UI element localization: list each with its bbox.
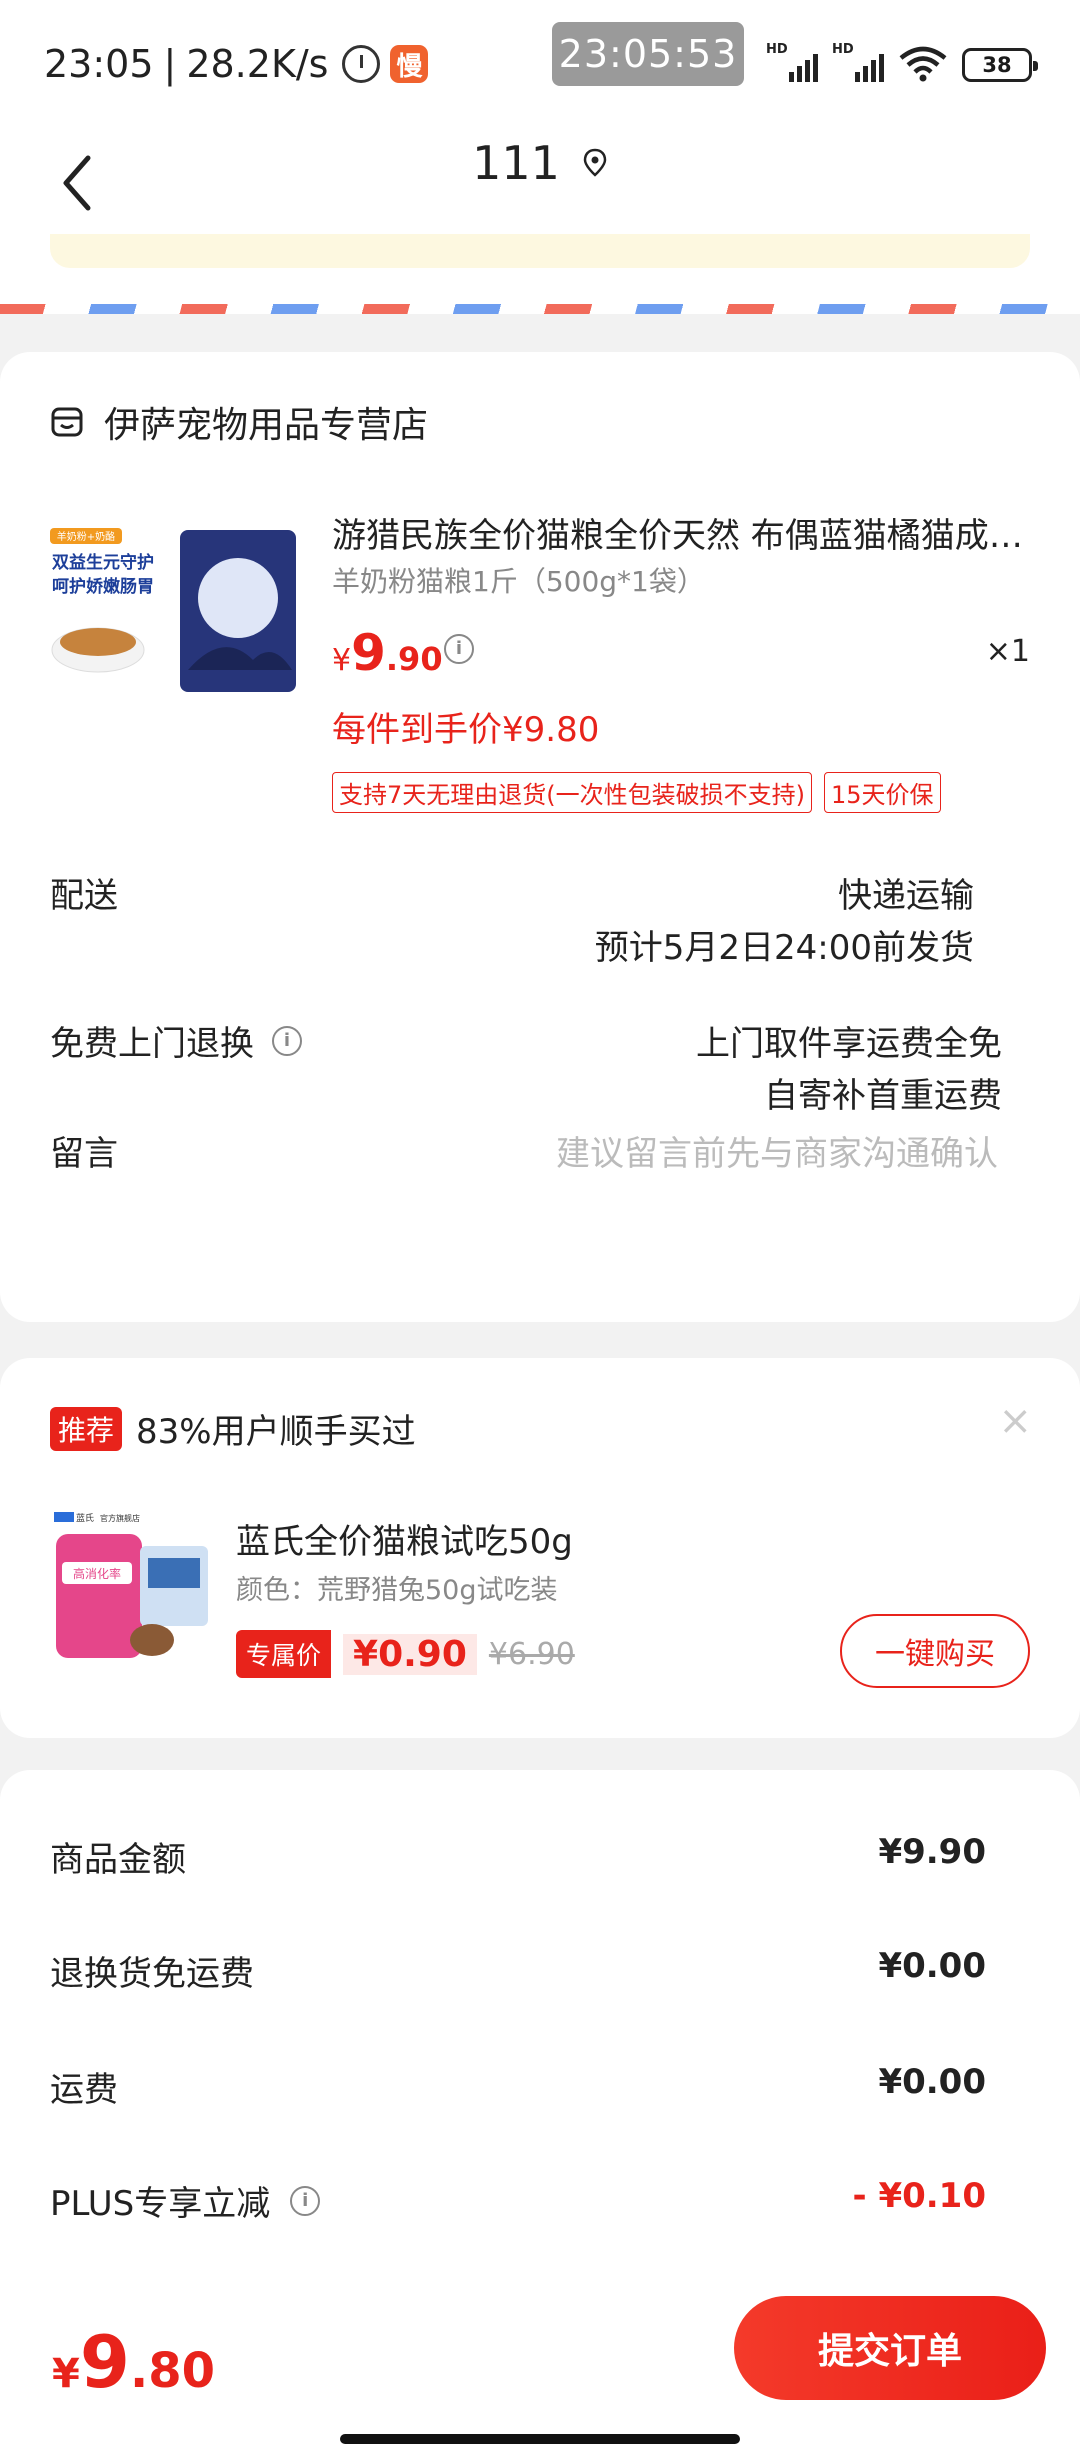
total-decimal: .80 (129, 2343, 215, 2399)
product-spec[interactable]: 羊奶粉猫粮1斤（500g*1袋） (332, 560, 705, 600)
total-currency: ¥ (52, 2351, 80, 2397)
store-header[interactable]: 伊萨宠物用品专营店 (50, 396, 428, 448)
shipping-eta: 预计5月2日24:00前发货 (594, 928, 974, 968)
address-title[interactable]: 111 (0, 136, 1080, 190)
freight-label: 运费 (50, 2070, 118, 2110)
checkout-bar: ¥ 9 .80 提交订单 (0, 2270, 1080, 2460)
original-price: ¥6.90 (488, 1636, 575, 1672)
one-click-buy-button[interactable]: 一键购买 (840, 1614, 1030, 1688)
address-section[interactable] (0, 230, 1080, 310)
exclusive-price-badge: 专属价 (236, 1630, 332, 1678)
total-price: ¥ 9 .80 (52, 2320, 215, 2404)
submit-order-button[interactable]: 提交订单 (734, 2296, 1046, 2400)
shipping-label: 配送 (50, 876, 118, 916)
airmail-border (0, 304, 1080, 314)
plus-discount-row: PLUS专享立减 i (50, 2176, 321, 2225)
rec-image-store: 官方旗舰店 (100, 1513, 140, 1523)
order-confirm-page: 23:05 | 28.2K/s 慢 23:05:53 HD HD 38 111 … (0, 0, 1080, 2460)
status-time: 23:05 (44, 42, 154, 86)
product-image[interactable]: 羊奶粉+奶酪 双益生元守护 呵护娇嫩肠胃 (48, 520, 296, 700)
recommend-product-spec: 颜色：荒野猎兔50g试吃装 (236, 1575, 558, 1606)
address-notice-strip (50, 234, 1030, 268)
free-return-label: 免费上门退换 (50, 1024, 254, 1064)
product-title[interactable]: 游猎民族全价猫粮全价天然 布偶蓝猫橘猫成猫幼猫 (332, 508, 1032, 557)
return-pickup-text: 上门取件享运费全免 (696, 1024, 1002, 1064)
wifi-icon (899, 46, 947, 82)
message-input[interactable]: 建议留言前先与商家沟通确认 (556, 1126, 998, 1175)
price-integer: 9 (351, 624, 386, 682)
goods-amount-value: ¥9.90 (878, 1832, 986, 1872)
hd-label: HD (832, 42, 854, 57)
free-return-row[interactable]: 免费上门退换 i (50, 1016, 302, 1065)
recommend-price: 专属价 ¥0.90 ¥6.90 (236, 1630, 575, 1678)
final-unit-price: 每件到手价¥9.80 (332, 710, 600, 750)
total-integer: 9 (79, 2320, 130, 2404)
recommend-product-title[interactable]: 蓝氏全价猫粮试吃50g (236, 1514, 573, 1563)
product-quantity[interactable]: ×1 (986, 634, 1030, 669)
store-icon (51, 407, 83, 437)
info-icon[interactable]: i (290, 2185, 321, 2216)
hd-label: HD (766, 42, 788, 57)
app-notification-icon: 慢 (390, 45, 429, 83)
price-protect-tag[interactable]: 15天价保 (824, 772, 941, 813)
status-net-speed: 28.2K/s (186, 42, 329, 86)
product-image-badge-text: 羊奶粉+奶酪 (57, 530, 115, 543)
recommend-headline: 83%用户顺手买过 (136, 1412, 416, 1452)
home-indicator[interactable] (340, 2434, 740, 2444)
price-decimal: .90 (385, 640, 443, 678)
status-divider: | (163, 42, 177, 86)
price-info-icon[interactable]: i (444, 634, 474, 664)
freight-value: ¥0.00 (878, 2062, 986, 2102)
goods-amount-label: 商品金额 (50, 1840, 186, 1880)
store-order-card: 伊萨宠物用品专营店 羊奶粉+奶酪 双益生元守护 呵护娇嫩肠胃 游猎民族全价猫粮全… (0, 352, 1080, 1322)
info-icon[interactable]: i (272, 1025, 302, 1056)
price-currency: ¥ (332, 643, 352, 678)
exclusive-price: ¥0.90 (343, 1633, 477, 1675)
page-title: 111 (472, 136, 560, 190)
product-price: ¥ 9 .90 (332, 624, 443, 682)
return-shipping-label: 退换货免运费 (50, 1954, 254, 1994)
rec-image-claim: 高消化率 (73, 1566, 121, 1581)
return-shipping-value: ¥0.00 (878, 1946, 986, 1986)
product-image-line2: 呵护娇嫩肠胃 (52, 576, 154, 597)
rec-image-brand: 蓝氏 (76, 1512, 94, 1524)
recommend-header: 推荐 83%用户顺手买过 (50, 1404, 416, 1453)
clock-overlay: 23:05:53 (552, 22, 744, 86)
product-image-line1: 双益生元守护 (52, 552, 154, 573)
status-left: 23:05 | 28.2K/s 慢 (44, 42, 429, 86)
signal-icon: HD (832, 42, 884, 82)
plus-discount-value: - ¥0.10 (852, 2176, 987, 2216)
return-self-send-text: 自寄补首重运费 (764, 1076, 1002, 1116)
signal-icon: HD (766, 42, 818, 82)
summary-card: 商品金额 ¥9.90 退换货免运费 ¥0.00 运费 ¥0.00 PLUS专享立… (0, 1770, 1080, 2330)
recommend-product-image[interactable]: 蓝氏 官方旗舰店 高消化率 (52, 1508, 210, 1668)
status-right: HD HD 38 (766, 42, 1038, 82)
recommend-badge: 推荐 (50, 1406, 123, 1451)
recommend-card: 推荐 83%用户顺手买过 × 蓝氏 官方旗舰店 高消化率 蓝氏全价猫粮试吃50g… (0, 1358, 1080, 1738)
location-pin-icon (583, 148, 607, 177)
store-name: 伊萨宠物用品专营店 (104, 405, 429, 446)
status-bar: 23:05 | 28.2K/s 慢 23:05:53 HD HD 38 (0, 0, 1080, 130)
shipping-method[interactable]: 快递运输 (838, 868, 974, 917)
service-tags: 支持7天无理由退货(一次性包装破损不支持) 15天价保 (332, 772, 941, 813)
alarm-icon (342, 45, 381, 83)
plus-discount-label: PLUS专享立减 (50, 2184, 271, 2224)
battery-icon: 38 (962, 48, 1038, 82)
return-policy-tag[interactable]: 支持7天无理由退货(一次性包装破损不支持) (332, 772, 812, 813)
close-icon[interactable]: × (998, 1398, 1032, 1444)
message-label: 留言 (50, 1134, 118, 1174)
